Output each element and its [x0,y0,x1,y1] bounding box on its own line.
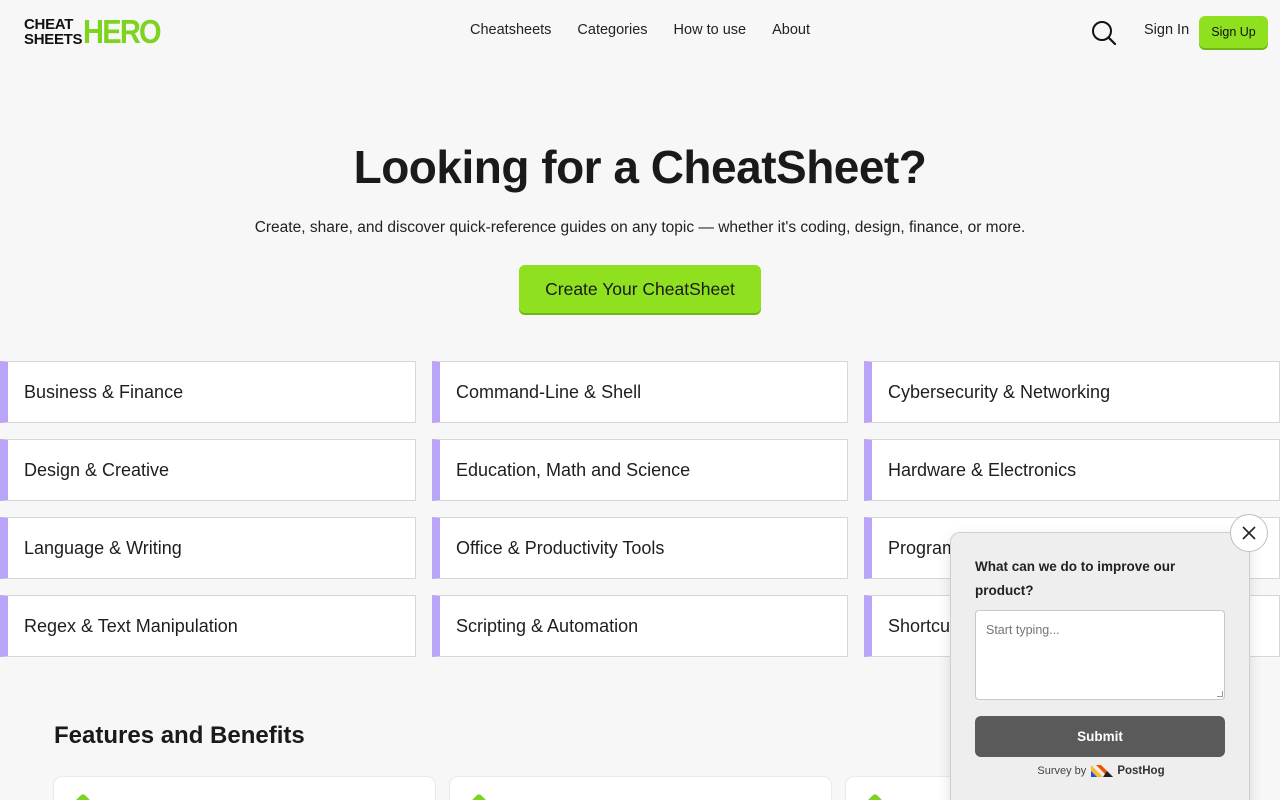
close-icon [1242,526,1256,540]
nav-about[interactable]: About [772,22,810,38]
category-hardware-electronics[interactable]: Hardware & Electronics [864,439,1280,501]
feature-badge-icon [469,793,489,800]
survey-close-button[interactable] [1230,514,1268,552]
category-design-creative[interactable]: Design & Creative [0,439,416,501]
feature-badge-icon [865,793,885,800]
sign-up-button[interactable]: Sign Up [1199,16,1268,48]
survey-by-label: Survey by [1037,765,1087,777]
nav-how-to-use[interactable]: How to use [674,22,747,38]
resize-handle-icon[interactable] [1217,691,1223,697]
category-command-line-shell[interactable]: Command-Line & Shell [432,361,848,423]
site-header: CHEAT SHEETS HERO Cheatsheets Categories… [0,0,1280,64]
feature-card [54,777,435,800]
site-logo[interactable]: CHEAT SHEETS HERO [24,14,162,50]
category-office-productivity[interactable]: Office & Productivity Tools [432,517,848,579]
posthog-icon [1091,765,1114,777]
sign-in-link[interactable]: Sign In [1144,22,1189,38]
logo-line-1: CHEAT [24,16,74,33]
hero-title: Looking for a CheatSheet? [353,141,927,193]
survey-submit-button[interactable]: Submit [975,716,1225,757]
create-cheatsheet-button[interactable]: Create Your CheatSheet [519,265,761,313]
category-scripting-automation[interactable]: Scripting & Automation [432,595,848,657]
feature-card [450,777,831,800]
posthog-logo[interactable]: PostHog [1091,765,1165,777]
category-regex-text[interactable]: Regex & Text Manipulation [0,595,416,657]
search-icon[interactable] [1090,19,1118,47]
survey-popup: What can we do to improve our product? S… [950,532,1250,800]
posthog-brand: PostHog [1117,765,1165,777]
category-business-finance[interactable]: Business & Finance [0,361,416,423]
logo-wordmark: CHEAT SHEETS [24,16,83,48]
nav-categories[interactable]: Categories [577,22,647,38]
survey-footer: Survey by PostHog [951,765,1251,777]
hero-subtitle: Create, share, and discover quick-refere… [254,219,1026,236]
nav-cheatsheets[interactable]: Cheatsheets [470,22,551,38]
logo-line-2: SHEETS [24,31,83,48]
category-cybersecurity-networking[interactable]: Cybersecurity & Networking [864,361,1280,423]
survey-response-input[interactable] [975,610,1225,700]
main-nav: Cheatsheets Categories How to use About [470,22,810,38]
features-title: Features and Benefits [54,722,305,749]
category-language-writing[interactable]: Language & Writing [0,517,416,579]
feature-badge-icon [73,793,93,800]
survey-question: What can we do to improve our product? [975,559,1176,598]
logo-hero-text: HERO [83,13,162,50]
category-education-math-science[interactable]: Education, Math and Science [432,439,848,501]
